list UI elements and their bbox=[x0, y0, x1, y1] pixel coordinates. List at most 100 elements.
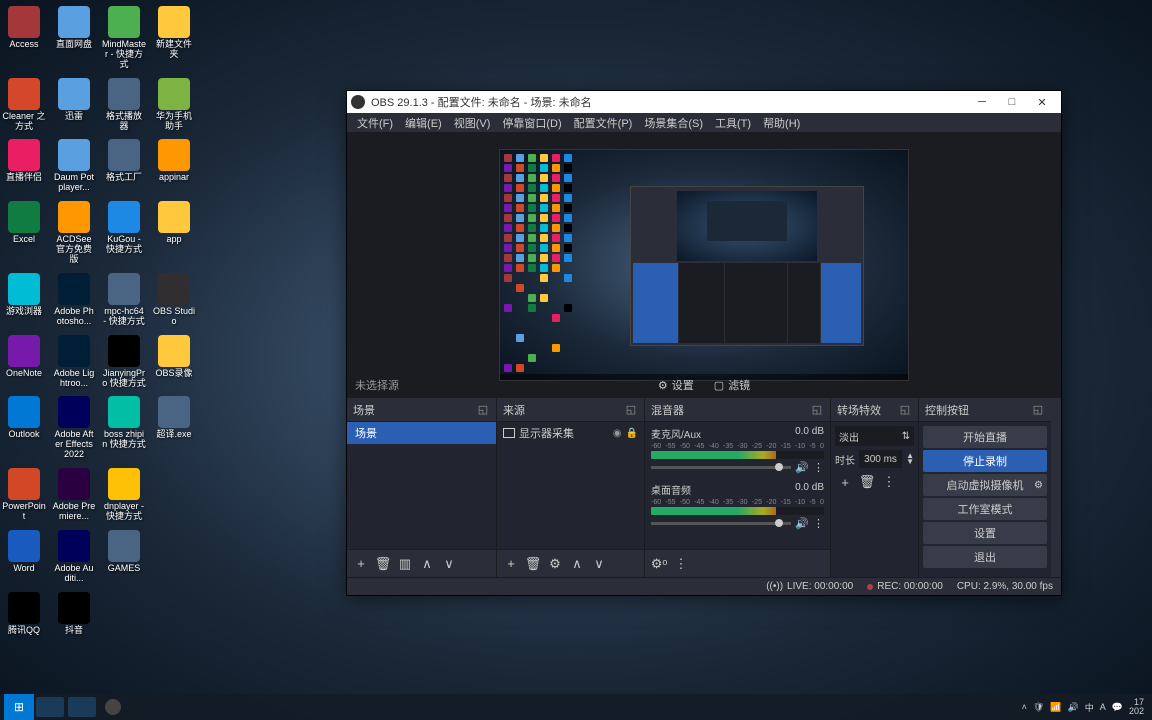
preview-filters-button[interactable]: ▢滤镜 bbox=[714, 377, 750, 393]
desktop-icon[interactable]: Word bbox=[0, 528, 48, 586]
desktop-icon[interactable]: PowerPoint bbox=[0, 466, 48, 524]
channel-menu-button[interactable]: ⋮ bbox=[813, 461, 824, 474]
taskbar-app-1[interactable] bbox=[36, 697, 64, 717]
scene-down-button[interactable]: ∨ bbox=[439, 554, 459, 574]
settings-button[interactable]: 设置 bbox=[923, 522, 1047, 544]
desktop-icon[interactable]: MindMaster - 快捷方式 bbox=[100, 4, 148, 72]
desktop-icon[interactable]: OBS录像 bbox=[150, 333, 198, 391]
transition-select[interactable]: 淡出⇅ bbox=[835, 426, 914, 446]
start-button[interactable]: ⊞ bbox=[4, 694, 34, 720]
duration-input[interactable]: 300 ms bbox=[859, 450, 902, 468]
desktop-icon[interactable]: Daum Potplayer... bbox=[50, 137, 98, 195]
taskbar-obs[interactable] bbox=[98, 694, 128, 720]
desktop-icon[interactable]: 格式工厂 bbox=[100, 137, 148, 195]
mixer-advanced-button[interactable]: ⚙ᵒ bbox=[649, 554, 669, 574]
desktop-icon[interactable]: Adobe Lightroo... bbox=[50, 333, 98, 391]
menu-item[interactable]: 停靠窗口(D) bbox=[496, 115, 567, 131]
desktop-icon[interactable]: 腾讯QQ bbox=[0, 590, 48, 638]
scene-up-button[interactable]: ∧ bbox=[417, 554, 437, 574]
desktop-icon[interactable] bbox=[150, 528, 198, 586]
tray-chevron-icon[interactable]: ˄ bbox=[1022, 702, 1027, 712]
desktop-icon[interactable] bbox=[150, 590, 198, 638]
preview-area[interactable]: 未选择源 ⚙设置 ▢滤镜 bbox=[347, 133, 1061, 397]
remove-transition-button[interactable]: 🗑 bbox=[857, 472, 877, 492]
desktop-icon[interactable]: Adobe Auditi... bbox=[50, 528, 98, 586]
menu-item[interactable]: 帮助(H) bbox=[757, 115, 806, 131]
desktop-icon[interactable]: 超译.exe bbox=[150, 394, 198, 462]
desktop-icon[interactable]: 华为手机助手 bbox=[150, 76, 198, 134]
dock-popout-icon[interactable]: ◱ bbox=[476, 403, 490, 417]
desktop-icon[interactable] bbox=[100, 590, 148, 638]
speaker-icon[interactable]: 🔊 bbox=[795, 461, 809, 474]
mixer-menu-button[interactable]: ⋮ bbox=[671, 554, 691, 574]
exit-button[interactable]: 退出 bbox=[923, 546, 1047, 568]
desktop-icon[interactable]: 格式播放器 bbox=[100, 76, 148, 134]
desktop-icon[interactable]: boss zhipin 快捷方式 bbox=[100, 394, 148, 462]
desktop-icon[interactable]: OBS Studio bbox=[150, 271, 198, 329]
add-source-button[interactable]: + bbox=[501, 554, 521, 574]
remove-scene-button[interactable]: 🗑 bbox=[373, 554, 393, 574]
desktop-icon[interactable]: 新建文件夹 bbox=[150, 4, 198, 72]
desktop-icon[interactable]: appinar bbox=[150, 137, 198, 195]
studio-mode-button[interactable]: 工作室模式 bbox=[923, 498, 1047, 520]
speaker-icon[interactable]: 🔊 bbox=[795, 517, 809, 530]
minimize-button[interactable]: ─ bbox=[967, 91, 997, 113]
dock-popout-icon[interactable]: ◱ bbox=[810, 403, 824, 417]
menu-item[interactable]: 配置文件(P) bbox=[568, 115, 639, 131]
desktop-icon[interactable]: Adobe Premiere... bbox=[50, 466, 98, 524]
taskbar[interactable]: ⊞ ˄ 🛡 📶 🔊 中 A 💬 17 202 bbox=[0, 694, 1152, 720]
close-button[interactable]: ✕ bbox=[1027, 91, 1057, 113]
desktop-icon[interactable]: 直面网盘 bbox=[50, 4, 98, 72]
preview-canvas[interactable] bbox=[499, 149, 909, 381]
tray-volume-icon[interactable]: 🔊 bbox=[1068, 702, 1079, 713]
menu-item[interactable]: 视图(V) bbox=[448, 115, 497, 131]
desktop-icon[interactable]: OneNote bbox=[0, 333, 48, 391]
desktop-icon[interactable]: Adobe Photosho... bbox=[50, 271, 98, 329]
system-tray[interactable]: ˄ 🛡 📶 🔊 中 A 💬 17 202 bbox=[1022, 698, 1148, 716]
desktop-icon[interactable]: Excel bbox=[0, 199, 48, 267]
tray-notif-icon[interactable]: 💬 bbox=[1112, 702, 1123, 713]
add-scene-button[interactable]: + bbox=[351, 554, 371, 574]
dock-popout-icon[interactable]: ◱ bbox=[898, 403, 912, 417]
menu-item[interactable]: 场景集合(S) bbox=[638, 115, 709, 131]
desktop-icon[interactable]: 迅雷 bbox=[50, 76, 98, 134]
volume-slider[interactable] bbox=[651, 522, 791, 525]
spinner-icon[interactable]: ▲▼ bbox=[906, 453, 914, 466]
source-properties-button[interactable]: ⚙ bbox=[545, 554, 565, 574]
desktop-icon[interactable]: app bbox=[150, 199, 198, 267]
volume-slider[interactable] bbox=[651, 466, 791, 469]
transition-menu-button[interactable]: ⋮ bbox=[879, 472, 899, 492]
desktop-icon[interactable]: Cleaner 之方式 bbox=[0, 76, 48, 134]
desktop-icon[interactable]: Outlook bbox=[0, 394, 48, 462]
source-up-button[interactable]: ∧ bbox=[567, 554, 587, 574]
channel-menu-button[interactable]: ⋮ bbox=[813, 517, 824, 530]
desktop-icon[interactable]: ACDSee 官方免费版 bbox=[50, 199, 98, 267]
menu-item[interactable]: 文件(F) bbox=[351, 115, 399, 131]
lock-toggle[interactable]: 🔒 bbox=[626, 428, 638, 439]
maximize-button[interactable]: □ bbox=[997, 91, 1027, 113]
scene-item[interactable]: 场景 bbox=[347, 422, 496, 444]
taskbar-app-2[interactable] bbox=[68, 697, 96, 717]
gear-icon[interactable]: ⚙ bbox=[1034, 480, 1043, 491]
desktop-icon[interactable]: 直播伴侣 bbox=[0, 137, 48, 195]
titlebar[interactable]: OBS 29.1.3 - 配置文件: 未命名 - 场景: 未命名 ─ □ ✕ bbox=[347, 91, 1061, 113]
desktop-icon[interactable]: mpc-hc64 - 快捷方式 bbox=[100, 271, 148, 329]
tray-ime-icon[interactable]: 中 bbox=[1085, 701, 1094, 714]
desktop-icon[interactable]: GAMES bbox=[100, 528, 148, 586]
source-item[interactable]: 显示器采集 ◉ 🔒 bbox=[497, 422, 644, 444]
virtual-cam-button[interactable]: 启动虚拟摄像机⚙ bbox=[923, 474, 1047, 496]
desktop-icon[interactable] bbox=[150, 466, 198, 524]
desktop-icon[interactable]: dnplayer - 快捷方式 bbox=[100, 466, 148, 524]
source-down-button[interactable]: ∨ bbox=[589, 554, 609, 574]
desktop-icon[interactable]: 游戏浏器 bbox=[0, 271, 48, 329]
tray-network-icon[interactable]: 📶 bbox=[1050, 702, 1061, 713]
visibility-toggle[interactable]: ◉ bbox=[613, 428, 622, 439]
dock-popout-icon[interactable]: ◱ bbox=[1031, 403, 1045, 417]
desktop-icon[interactable]: 抖音 bbox=[50, 590, 98, 638]
preview-settings-button[interactable]: ⚙设置 bbox=[658, 377, 694, 393]
scene-filter-button[interactable]: ▥ bbox=[395, 554, 415, 574]
stop-recording-button[interactable]: 停止录制 bbox=[923, 450, 1047, 472]
desktop-icon[interactable]: JianyingPro 快捷方式 bbox=[100, 333, 148, 391]
desktop-icon[interactable]: Adobe After Effects 2022 bbox=[50, 394, 98, 462]
desktop-icon[interactable]: Access bbox=[0, 4, 48, 72]
